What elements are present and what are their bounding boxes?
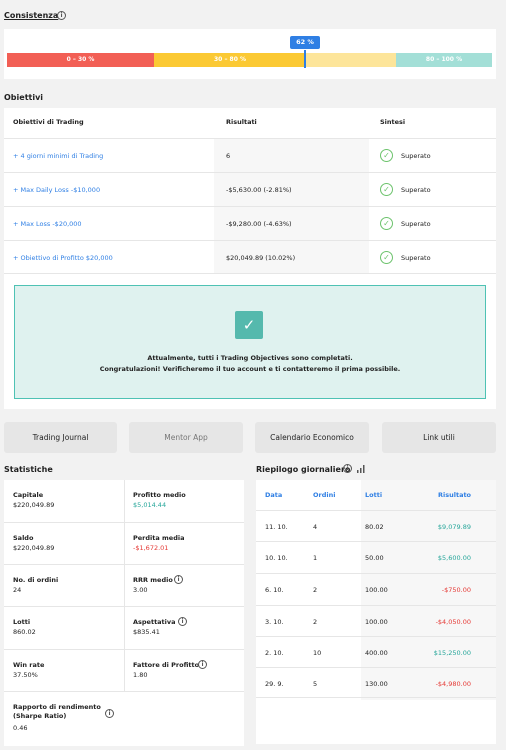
consistenza-card: 0 – 30 % 30 – 80 % 80 – 100 % bbox=[4, 29, 496, 79]
mentor-app-button[interactable]: Mentor App bbox=[129, 422, 243, 453]
badge-check-icon: ✓ bbox=[235, 311, 263, 339]
stat-ordini: No. di ordini 24 bbox=[4, 565, 124, 607]
info-icon[interactable]: i bbox=[178, 617, 187, 626]
header-ordini: Ordini bbox=[313, 491, 336, 499]
objective-status: Superato bbox=[401, 220, 431, 228]
stat-fattore-profitto: Fattore di Profitto i 1.80 bbox=[124, 650, 244, 692]
bar-chart-icon[interactable] bbox=[357, 465, 365, 475]
objective-result: -$5,630.00 (-2.81%) bbox=[226, 186, 292, 194]
header-obiettivi: Obiettivi di Trading bbox=[13, 118, 84, 126]
congrats-box bbox=[14, 285, 486, 399]
objective-row: + Obiettivo di Profitto $20,000 $20,049.… bbox=[4, 240, 496, 274]
objective-name[interactable]: + Obiettivo di Profitto $20,000 bbox=[13, 254, 113, 262]
stat-win-rate: Win rate 37.50% bbox=[4, 650, 124, 692]
daily-row: 2. 10. 10 400.00 $15,250.00 bbox=[256, 636, 496, 667]
objective-status: Superato bbox=[401, 186, 431, 194]
obiettivi-title: Obiettivi bbox=[4, 93, 44, 102]
stat-aspettativa: Aspettativa i $835.41 bbox=[124, 607, 244, 650]
riepilogo-title: Riepilogo giornaliero bbox=[256, 465, 351, 474]
stat-saldo: Saldo $220,049.89 bbox=[4, 523, 124, 565]
objective-row: + Max Loss -$20,000 -$9,280.00 (-4.63%) … bbox=[4, 206, 496, 240]
info-icon[interactable]: i bbox=[198, 660, 207, 669]
segment-low: 0 – 30 % bbox=[7, 53, 154, 67]
stat-lotti: Lotti 860.02 bbox=[4, 607, 124, 650]
objective-name[interactable]: + Max Daily Loss -$10,000 bbox=[13, 186, 100, 194]
segment-mid-light bbox=[306, 53, 396, 67]
objective-name[interactable]: + 4 giorni minimi di Trading bbox=[13, 152, 103, 160]
segment-high: 80 – 100 % bbox=[396, 53, 492, 67]
objective-row: + Max Daily Loss -$10,000 -$5,630.00 (-2… bbox=[4, 172, 496, 206]
info-icon[interactable]: i bbox=[174, 575, 183, 584]
congrats-line-1: Attualmente, tutti i Trading Objectives … bbox=[147, 354, 353, 362]
check-icon: ✓ bbox=[380, 183, 393, 196]
objective-name[interactable]: + Max Loss -$20,000 bbox=[13, 220, 82, 228]
daily-row: 11. 10. 4 80.02 $9,079.89 bbox=[256, 510, 496, 541]
stat-profitto-medio: Profitto medio $5,014.44 bbox=[124, 480, 244, 523]
consistency-badge: 62 % bbox=[290, 36, 320, 49]
trading-journal-button[interactable]: Trading Journal bbox=[4, 422, 117, 453]
check-icon: ✓ bbox=[380, 251, 393, 264]
check-icon: ✓ bbox=[380, 149, 393, 162]
stat-capitale: Capitale $220,049.89 bbox=[4, 480, 124, 523]
header-risultato: Risultato bbox=[438, 491, 472, 499]
link-utili-button[interactable]: Link utili bbox=[382, 422, 496, 453]
consistenza-title: Consistenza bbox=[4, 11, 59, 20]
statistiche-title: Statistiche bbox=[4, 465, 53, 474]
header-sintesi: Sintesi bbox=[380, 118, 406, 126]
calendario-economico-button[interactable]: Calendario Economico bbox=[255, 422, 369, 453]
statistiche-card: Capitale $220,049.89 Profitto medio $5,0… bbox=[4, 480, 244, 746]
daily-row: 10. 10. 1 50.00 $5,600.00 bbox=[256, 541, 496, 572]
daily-row: 6. 10. 2 100.00 -$750.00 bbox=[256, 573, 496, 604]
info-icon[interactable]: i bbox=[57, 11, 66, 20]
stat-perdita-media: Perdita media -$1,672.01 bbox=[124, 523, 244, 565]
stat-sharpe-ratio: Rapporto di rendimento (Sharpe Ratio) i … bbox=[4, 692, 124, 746]
objective-status: Superato bbox=[401, 254, 431, 262]
check-icon: ✓ bbox=[380, 217, 393, 230]
consistency-marker bbox=[304, 50, 306, 68]
header-risultati: Risultati bbox=[226, 118, 257, 126]
segment-mid: 30 – 80 % bbox=[154, 53, 306, 67]
info-icon[interactable]: i bbox=[343, 464, 352, 473]
objective-status: Superato bbox=[401, 152, 431, 160]
stat-rrr-medio: RRR medio i 3.00 bbox=[124, 565, 244, 607]
objective-row: + 4 giorni minimi di Trading 6 ✓ Superat… bbox=[4, 138, 496, 172]
objective-result: -$9,280.00 (-4.63%) bbox=[226, 220, 292, 228]
header-lotti: Lotti bbox=[365, 491, 383, 499]
objective-result: $20,049.89 (10.02%) bbox=[226, 254, 296, 262]
info-icon[interactable]: i bbox=[105, 709, 114, 718]
congrats-line-2: Congratulazioni! Verificheremo il tuo ac… bbox=[99, 365, 401, 373]
header-data: Data bbox=[265, 491, 283, 499]
daily-row: 3. 10. 2 100.00 -$4,050.00 bbox=[256, 605, 496, 636]
objective-result: 6 bbox=[226, 152, 231, 160]
daily-row: 29. 9. 5 130.00 -$4,980.00 bbox=[256, 667, 496, 698]
